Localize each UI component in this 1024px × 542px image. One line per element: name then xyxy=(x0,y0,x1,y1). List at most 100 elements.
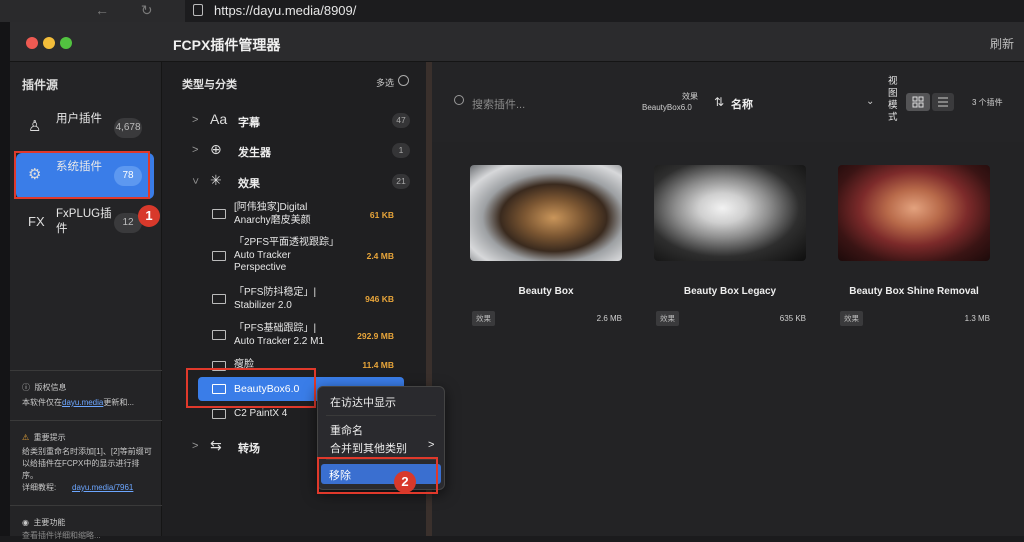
multi-select-toggle[interactable] xyxy=(398,75,409,86)
plugin-title: Beauty Box xyxy=(518,286,574,297)
plugin-source-heading: 插件源 xyxy=(22,78,59,92)
category-count: 47 xyxy=(392,113,410,128)
sidebar-item-fxplug-plugins[interactable]: FX FxPLUG插件 12 xyxy=(16,200,154,246)
subfolder-size: 61 KB xyxy=(369,210,394,220)
menu-divider xyxy=(326,415,436,416)
plugin-type-tag: 效果 xyxy=(840,311,863,326)
subfolder-size: 946 KB xyxy=(365,294,394,304)
copyright-text: 本软件仅在 xyxy=(22,398,62,407)
subfolder-size: 2.4 MB xyxy=(366,251,394,261)
text-icon: Aa xyxy=(210,111,228,127)
chevron-right-icon[interactable]: > xyxy=(192,144,198,156)
copyright-title: ⓘ 版权信息 xyxy=(22,383,67,392)
person-icon: ♙ xyxy=(28,118,42,135)
close-window-button[interactable] xyxy=(26,37,38,49)
subfolder-size: 292.9 MB xyxy=(357,331,394,341)
main-function-text: 主要功能 xyxy=(33,518,66,527)
category-label: 转场 xyxy=(238,443,260,455)
subfolder-item[interactable]: 「PFS防抖稳定」| Stabilizer 2.0 946 KB xyxy=(182,287,410,315)
chevron-down-icon[interactable]: ⌄ xyxy=(866,96,874,107)
folder-icon xyxy=(212,209,226,219)
plugin-count: 3 个插件 xyxy=(972,98,1003,107)
plugin-title: Beauty Box Legacy xyxy=(683,286,777,297)
multi-select-label: 多选 xyxy=(376,78,395,88)
folder-icon xyxy=(212,251,226,261)
subfolder-label: [阿伟独家]Digital Anarchy磨皮美颜 xyxy=(234,202,311,226)
category-row-effects[interactable]: > ✳ 效果 21 xyxy=(182,170,410,194)
chevron-down-icon[interactable]: > xyxy=(189,178,201,184)
notice-text: 给类别重命名时添加[1]、[2]等前缀可以给插件在FCPX中的显示进行排序。 xyxy=(22,447,152,480)
grid-view-button[interactable] xyxy=(906,93,930,111)
background-page-edge xyxy=(0,22,10,536)
sort-select[interactable]: 名称 xyxy=(731,96,753,112)
main-function-sub: 查看插件详细和缩略... xyxy=(22,531,101,540)
plugin-card[interactable]: Beauty Box Legacy 效果 635 KB xyxy=(654,165,806,326)
fx-icon: FX xyxy=(28,214,45,229)
annotation-step-1: 1 xyxy=(138,205,160,227)
copyright-link[interactable]: dayu.media xyxy=(62,398,103,407)
category-label: 效果 xyxy=(238,178,260,190)
search-input[interactable]: 搜索插件... xyxy=(472,96,525,112)
lock-icon xyxy=(193,4,203,16)
chevron-right-icon: > xyxy=(428,439,435,451)
notice-title: 重要提示 xyxy=(33,433,66,442)
refresh-button[interactable]: 刷新 xyxy=(990,35,1014,52)
menu-item-show-in-finder[interactable]: 在访达中显示 xyxy=(330,394,396,410)
zoom-window-button[interactable] xyxy=(60,37,72,49)
sidebar-item-user-plugins[interactable]: ♙ 用户插件 4,678 xyxy=(16,105,154,151)
copyright-line: 本软件仅在dayu.media更新和... xyxy=(22,397,157,409)
subfolder-item[interactable]: 「2PFS平面透视跟踪」Auto Tracker Perspective 2.4… xyxy=(182,237,410,277)
tutorial-link[interactable]: dayu.media/7961 xyxy=(72,482,133,494)
folder-icon xyxy=(212,294,226,304)
subfolder-label: 「PFS防抖稳定」| Stabilizer 2.0 xyxy=(234,287,317,311)
category-count: 1 xyxy=(392,143,410,158)
tutorial-label: 详细教程: xyxy=(22,483,57,492)
sort-icon[interactable]: ⇅ xyxy=(714,95,724,109)
chevron-right-icon[interactable]: > xyxy=(192,114,198,126)
category-row-generators[interactable]: > ⊕ 发生器 1 xyxy=(182,139,410,163)
folder-icon xyxy=(212,409,226,419)
annotation-highlight-system xyxy=(14,151,150,199)
generator-icon: ⊕ xyxy=(210,141,222,157)
folder-icon xyxy=(212,330,226,340)
menu-item-merge[interactable]: 合并到其他类别 xyxy=(330,440,407,456)
subfolder-item[interactable]: [阿伟独家]Digital Anarchy磨皮美颜 61 KB xyxy=(182,202,410,230)
annotation-highlight-folder xyxy=(186,368,316,408)
plugin-thumbnail xyxy=(470,165,622,261)
warning-icon: ⚠ 重要提示 xyxy=(22,433,66,442)
category-heading: 类型与分类 xyxy=(182,79,237,91)
breadcrumb-folder: BeautyBox6.0 xyxy=(642,103,692,112)
sidebar-divider xyxy=(10,370,162,371)
subfolder-label: 「2PFS平面透视跟踪」Auto Tracker Perspective xyxy=(234,237,335,273)
plugin-type-tag: 效果 xyxy=(472,311,495,326)
url-text[interactable]: https://dayu.media/8909/ xyxy=(214,3,356,18)
menu-item-rename[interactable]: 重命名 xyxy=(330,422,363,438)
sidebar-divider xyxy=(10,505,162,506)
sidebar-item-count: 4,678 xyxy=(114,118,142,138)
effects-icon: ✳ xyxy=(210,172,222,188)
subfolder-label: 「PFS基础跟踪」| Auto Tracker 2.2 M1 xyxy=(234,323,325,347)
breadcrumb-category: 效果 xyxy=(682,92,698,101)
category-row-titles[interactable]: > Aa 字幕 47 xyxy=(182,109,410,133)
view-mode-label: 视图模式 xyxy=(888,76,898,123)
search-icon xyxy=(454,95,464,105)
plugin-size: 2.6 MB xyxy=(596,314,622,323)
sidebar-divider xyxy=(10,420,162,421)
category-count: 21 xyxy=(392,174,410,189)
subfolder-item[interactable]: 「PFS基础跟踪」| Auto Tracker 2.2 M1 292.9 MB xyxy=(182,323,410,351)
list-icon xyxy=(938,97,948,107)
plugin-thumbnail xyxy=(838,165,990,261)
plugin-type-tag: 效果 xyxy=(656,311,679,326)
plugin-title: Beauty Box Shine Removal xyxy=(849,286,979,297)
plugin-card[interactable]: Beauty Box Shine Removal 效果 1.3 MB xyxy=(838,165,990,326)
title-bar xyxy=(10,22,1024,62)
copyright-text-2: 更新和... xyxy=(103,398,135,407)
minimize-window-button[interactable] xyxy=(43,37,55,49)
chevron-right-icon[interactable]: > xyxy=(192,440,198,452)
main-function-title: ◉ 主要功能 xyxy=(22,518,66,527)
transition-icon: ⇆ xyxy=(210,437,222,453)
plugin-card[interactable]: Beauty Box 效果 2.6 MB xyxy=(470,165,622,326)
app-title: FCPX插件管理器 xyxy=(173,37,281,53)
list-view-button[interactable] xyxy=(932,93,954,111)
annotation-highlight-remove xyxy=(317,457,438,494)
